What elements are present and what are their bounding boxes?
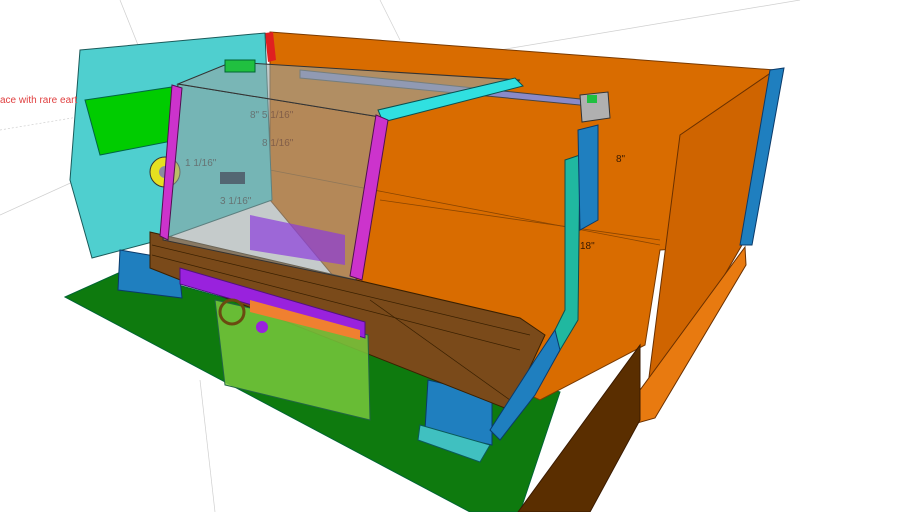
dimension-label: 3 1/16" <box>220 196 252 207</box>
support-arm-blue <box>577 124 599 231</box>
dimension-label: 8" 5 1/16" <box>250 110 294 121</box>
dimension-label: 1 1/16" <box>185 158 217 169</box>
annotation-note: ace with rare eart <box>0 95 78 106</box>
dimension-label: 18" <box>580 241 595 252</box>
model-scene <box>0 0 801 512</box>
dimension-label: 8" <box>616 154 626 165</box>
3d-model-viewport[interactable]: ace with rare eart 8" 18" 8" 5 1/16" 8 1… <box>0 0 910 512</box>
dimension-label: 8 1/16" <box>262 138 294 149</box>
